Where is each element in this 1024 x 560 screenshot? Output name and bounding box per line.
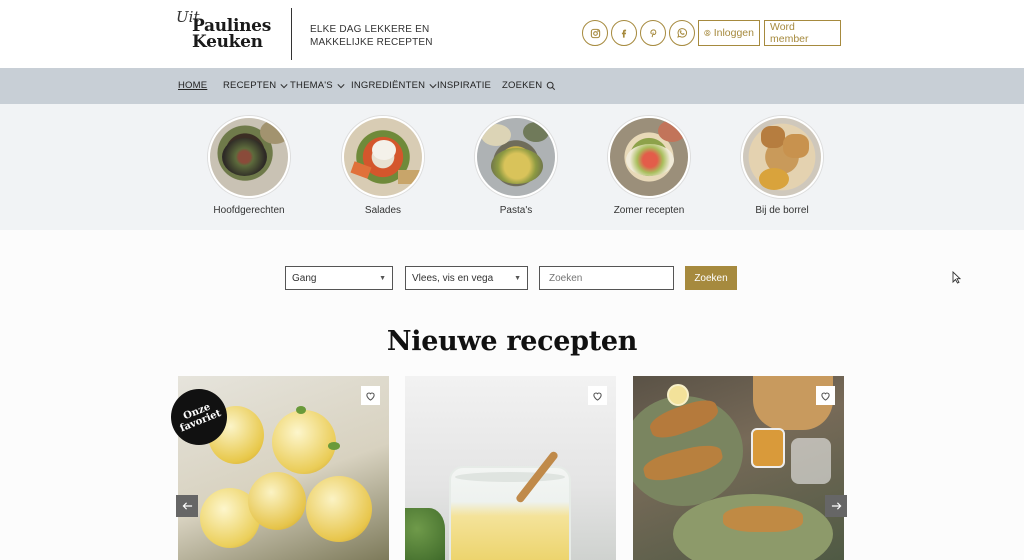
search-button-label: Zoeken bbox=[694, 272, 728, 284]
heart-icon bbox=[366, 392, 375, 401]
recipe-card[interactable] bbox=[633, 376, 844, 560]
type-select-value: Vlees, vis en vega bbox=[412, 272, 494, 284]
caret-down-icon: ▼ bbox=[379, 274, 386, 282]
login-button[interactable]: Inloggen bbox=[698, 20, 760, 46]
category-label: Zomer recepten bbox=[613, 205, 685, 216]
nav-recepten[interactable]: RECEPTEN bbox=[223, 80, 288, 91]
logo-divider bbox=[291, 8, 292, 60]
search-input[interactable] bbox=[539, 266, 674, 290]
logo-name-line2: Keuken bbox=[192, 32, 263, 52]
carousel-next-button[interactable] bbox=[825, 495, 847, 517]
category-label: Salades bbox=[364, 205, 402, 216]
category-hoofdgerechten[interactable]: Hoofdgerechten bbox=[194, 116, 304, 216]
chevron-down-icon bbox=[337, 83, 345, 88]
site-logo[interactable]: Uit Paulines Keuken bbox=[176, 8, 276, 60]
user-icon bbox=[704, 29, 711, 37]
arrow-right-icon bbox=[831, 502, 841, 510]
category-zomer-recepten[interactable]: Zomer recepten bbox=[594, 116, 704, 216]
main-nav: HOME RECEPTEN THEMA'S INGREDIËNTEN INSPI… bbox=[0, 68, 1024, 104]
category-image bbox=[475, 116, 557, 198]
section-title: Nieuwe recepten bbox=[386, 326, 638, 357]
category-image bbox=[608, 116, 690, 198]
logo-name: Paulines Keuken bbox=[192, 18, 271, 52]
category-image bbox=[208, 116, 290, 198]
category-label: Bij de borrel bbox=[755, 205, 809, 216]
category-label: Hoofdgerechten bbox=[213, 205, 285, 216]
instagram-icon[interactable] bbox=[582, 20, 608, 46]
login-label: Inloggen bbox=[713, 27, 754, 39]
site-header: Uit Paulines Keuken ELKE DAG LEKKERE EN … bbox=[0, 0, 1024, 68]
favorite-button[interactable] bbox=[588, 386, 607, 405]
pinterest-icon[interactable] bbox=[640, 20, 666, 46]
tagline: ELKE DAG LEKKERE EN MAKKELIJKE RECEPTEN bbox=[310, 23, 433, 49]
arrow-left-icon bbox=[182, 502, 192, 510]
recipe-card[interactable] bbox=[405, 376, 616, 560]
category-strip: Hoofdgerechten Salades Pasta's Zomer rec… bbox=[0, 104, 1024, 230]
course-select[interactable]: Gang ▼ bbox=[285, 266, 393, 290]
nav-ingredienten-label: INGREDIËNTEN bbox=[351, 80, 426, 91]
category-bij-de-borrel[interactable]: Bij de borrel bbox=[727, 116, 837, 216]
nav-inspiratie-label: INSPIRATIE bbox=[437, 80, 492, 91]
nav-themas-label: THEMA'S bbox=[290, 80, 333, 91]
mouse-cursor-icon bbox=[952, 271, 961, 284]
favorite-button[interactable] bbox=[361, 386, 380, 405]
nav-zoeken-label: ZOEKEN bbox=[502, 80, 543, 91]
search-button[interactable]: Zoeken bbox=[685, 266, 737, 290]
nav-home[interactable]: HOME bbox=[178, 80, 207, 91]
nav-zoeken[interactable]: ZOEKEN bbox=[502, 80, 556, 91]
heart-icon bbox=[593, 392, 602, 401]
caret-down-icon: ▼ bbox=[514, 274, 521, 282]
tagline-line1: ELKE DAG LEKKERE EN bbox=[310, 24, 430, 35]
nav-ingredienten[interactable]: INGREDIËNTEN bbox=[351, 80, 437, 91]
category-image bbox=[342, 116, 424, 198]
member-label: Word member bbox=[770, 21, 809, 45]
category-pastas[interactable]: Pasta's bbox=[461, 116, 571, 216]
heart-icon bbox=[821, 392, 830, 401]
chevron-down-icon bbox=[429, 83, 437, 88]
nav-recepten-label: RECEPTEN bbox=[223, 80, 277, 91]
chevron-down-icon bbox=[280, 83, 288, 88]
category-salades[interactable]: Salades bbox=[328, 116, 438, 216]
whatsapp-icon[interactable] bbox=[669, 20, 695, 46]
course-select-value: Gang bbox=[292, 272, 317, 284]
nav-inspiratie[interactable]: INSPIRATIE bbox=[437, 80, 491, 91]
nav-themas[interactable]: THEMA'S bbox=[290, 80, 345, 91]
favorite-button[interactable] bbox=[816, 386, 835, 405]
category-image bbox=[741, 116, 823, 198]
become-member-button[interactable]: Word member bbox=[764, 20, 841, 46]
search-icon bbox=[546, 81, 556, 90]
tagline-line2: MAKKELIJKE RECEPTEN bbox=[310, 37, 433, 48]
facebook-icon[interactable] bbox=[611, 20, 637, 46]
nav-home-label: HOME bbox=[178, 80, 208, 91]
type-select[interactable]: Vlees, vis en vega ▼ bbox=[405, 266, 528, 290]
category-label: Pasta's bbox=[499, 205, 533, 216]
carousel-prev-button[interactable] bbox=[176, 495, 198, 517]
